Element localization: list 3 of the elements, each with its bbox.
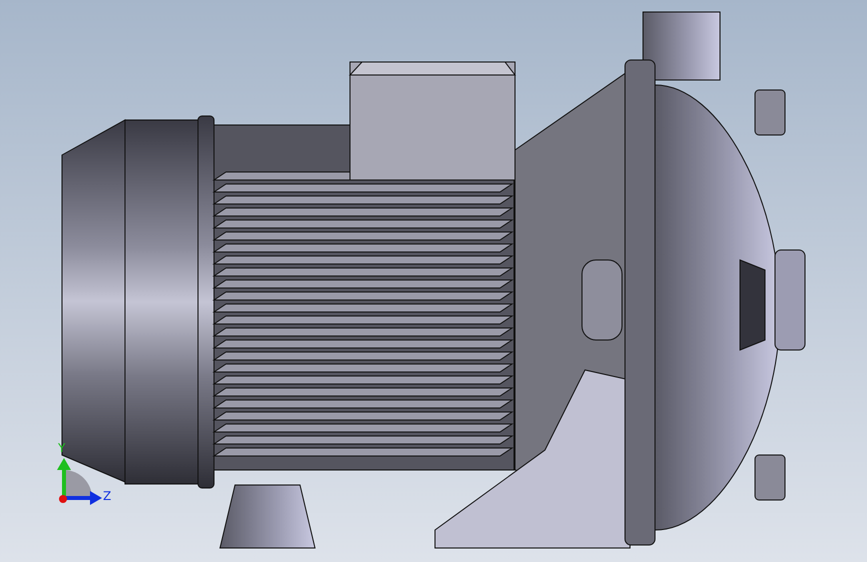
origin-icon [59, 495, 67, 503]
triad-quadrant-drawing [64, 470, 92, 498]
axis-label: Z [103, 489, 112, 503]
